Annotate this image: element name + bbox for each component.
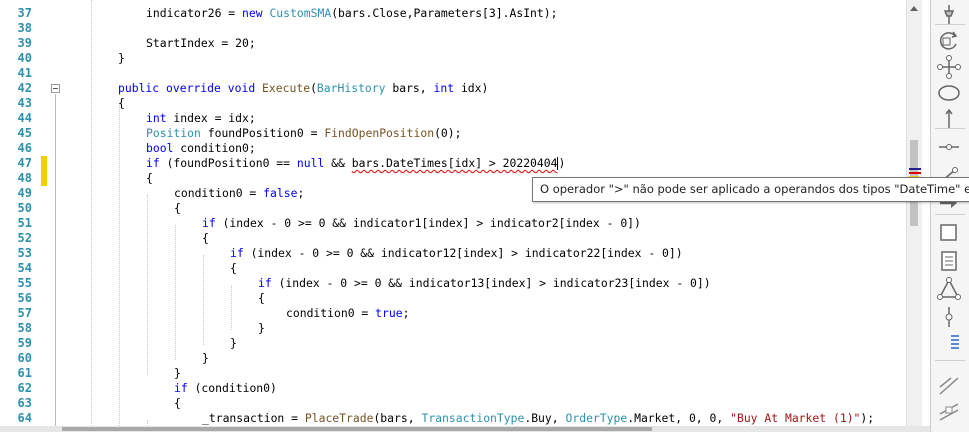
- collapse-toggle[interactable]: [51, 84, 60, 93]
- code-line-63[interactable]: {: [174, 396, 181, 411]
- line-number: 51: [17, 216, 32, 230]
- line-number: 60: [17, 351, 32, 365]
- line-number: 62: [17, 381, 32, 395]
- code-line-55[interactable]: if (index - 0 >= 0 && indicator13[index]…: [258, 276, 711, 291]
- line-number: 63: [17, 396, 32, 410]
- code-line-53[interactable]: if (index - 0 >= 0 && indicator12[index]…: [230, 246, 683, 261]
- line-number: 52: [17, 231, 32, 245]
- scroll-up-arrow-icon[interactable]: [910, 6, 918, 11]
- code-line-56[interactable]: {: [258, 291, 265, 306]
- code-line-61[interactable]: }: [174, 366, 181, 381]
- code-line-57[interactable]: condition0 = true;: [286, 306, 409, 321]
- line-number: 37: [17, 6, 32, 20]
- line-number: 40: [17, 51, 32, 65]
- channel-icon[interactable]: [935, 398, 963, 424]
- vertical-scrollbar[interactable]: [906, 0, 922, 426]
- line-number: 57: [17, 306, 32, 320]
- horizontal-line-icon[interactable]: [935, 134, 963, 160]
- move-icon[interactable]: [935, 54, 963, 80]
- line-number: 53: [17, 246, 32, 260]
- code-line-64[interactable]: _transaction = PlaceTrade(bars, Transact…: [202, 411, 874, 426]
- rectangle-icon[interactable]: [935, 220, 963, 246]
- line-number: 49: [17, 186, 32, 200]
- triangle-icon[interactable]: [935, 276, 963, 302]
- line-number: 44: [17, 111, 32, 125]
- code-line-51[interactable]: if (index - 0 >= 0 && indicator1[index] …: [202, 216, 641, 231]
- line-number: 56: [17, 291, 32, 305]
- line-number-gutter: 37 38 39 40 41 42 43 44 45 46 47 48 49 50 51 52 53 54 55 56…: [0, 0, 46, 426]
- indent-guide: [119, 105, 120, 426]
- diagonal-line-icon[interactable]: [935, 372, 963, 398]
- line-number: 58: [17, 321, 32, 335]
- indent-guide: [231, 285, 232, 330]
- code-line-37[interactable]: indicator26 = new CustomSMA(bars.Close,P…: [146, 6, 558, 21]
- code-line-39[interactable]: StartIndex = 20;: [146, 36, 256, 51]
- code-line-52[interactable]: {: [202, 231, 209, 246]
- line-number: 61: [17, 366, 32, 380]
- code-line-59[interactable]: }: [230, 336, 237, 351]
- line-number: 45: [17, 126, 32, 140]
- drawing-toolbox: [930, 0, 969, 432]
- toolbox-separator: [935, 360, 965, 361]
- code-line-60[interactable]: }: [202, 351, 209, 366]
- scroll-marker: [909, 168, 921, 170]
- line-number: 46: [17, 141, 32, 155]
- indent-guide: [175, 225, 176, 360]
- error-scroll-marker: [909, 172, 921, 174]
- line-number: 47: [17, 156, 32, 170]
- rotate-icon[interactable]: [935, 28, 963, 54]
- line-number: 64: [17, 411, 32, 425]
- line-number: 59: [17, 336, 32, 350]
- code-line-58[interactable]: }: [258, 321, 265, 336]
- code-line-50[interactable]: {: [174, 201, 181, 216]
- fold-margin: [48, 0, 60, 426]
- line-number: 39: [17, 36, 32, 50]
- scrollbar-thumb[interactable]: [62, 427, 652, 431]
- ellipse-icon[interactable]: [935, 80, 963, 106]
- stats-icon[interactable]: [935, 330, 963, 356]
- line-number: 41: [17, 66, 32, 80]
- code-line-42[interactable]: public override void Execute(BarHistory …: [118, 81, 488, 96]
- toolbox-separator: [935, 128, 965, 129]
- code-line-43[interactable]: {: [118, 96, 125, 111]
- fold-line: [55, 94, 56, 426]
- error-squiggle[interactable]: bars.DateTimes[idx] > 20220404: [352, 156, 558, 170]
- horizontal-scrollbar[interactable]: [0, 426, 930, 432]
- line-number: 38: [17, 21, 32, 35]
- line-number: 50: [17, 201, 32, 215]
- toolbox-separator: [935, 24, 965, 25]
- indent-guide: [147, 195, 148, 375]
- line-number: 55: [17, 276, 32, 290]
- code-line-47[interactable]: if (foundPosition0 == null && bars.DateT…: [146, 156, 565, 171]
- change-marker: [41, 171, 47, 186]
- text-note-icon[interactable]: [935, 248, 963, 274]
- fibonacci-icon[interactable]: [935, 304, 963, 330]
- code-line-45[interactable]: Position foundPosition0 = FindOpenPositi…: [146, 126, 462, 141]
- code-line-62[interactable]: if (condition0): [174, 381, 277, 396]
- line-number: 54: [17, 261, 32, 275]
- error-tooltip: O operador ">" não pode ser aplicado a o…: [532, 177, 969, 202]
- line-number: 48: [17, 171, 32, 185]
- line-number: 42: [17, 81, 32, 95]
- toolbox-separator: [935, 214, 965, 215]
- code-line-40[interactable]: }: [118, 51, 125, 66]
- line-number: 43: [17, 96, 32, 110]
- change-marker: [41, 156, 47, 171]
- code-line-46[interactable]: bool condition0;: [146, 141, 256, 156]
- code-line-44[interactable]: int index = idx;: [146, 111, 256, 126]
- code-line-54[interactable]: {: [230, 261, 237, 276]
- indent-guide: [203, 255, 204, 345]
- code-line-48[interactable]: {: [146, 171, 153, 186]
- code-line-49[interactable]: condition0 = false;: [174, 186, 304, 201]
- indent-guide: [91, 0, 92, 426]
- code-editor[interactable]: 37 38 39 40 41 42 43 44 45 46 47 48 49 50 51 52 53 54 55 56…: [0, 0, 906, 426]
